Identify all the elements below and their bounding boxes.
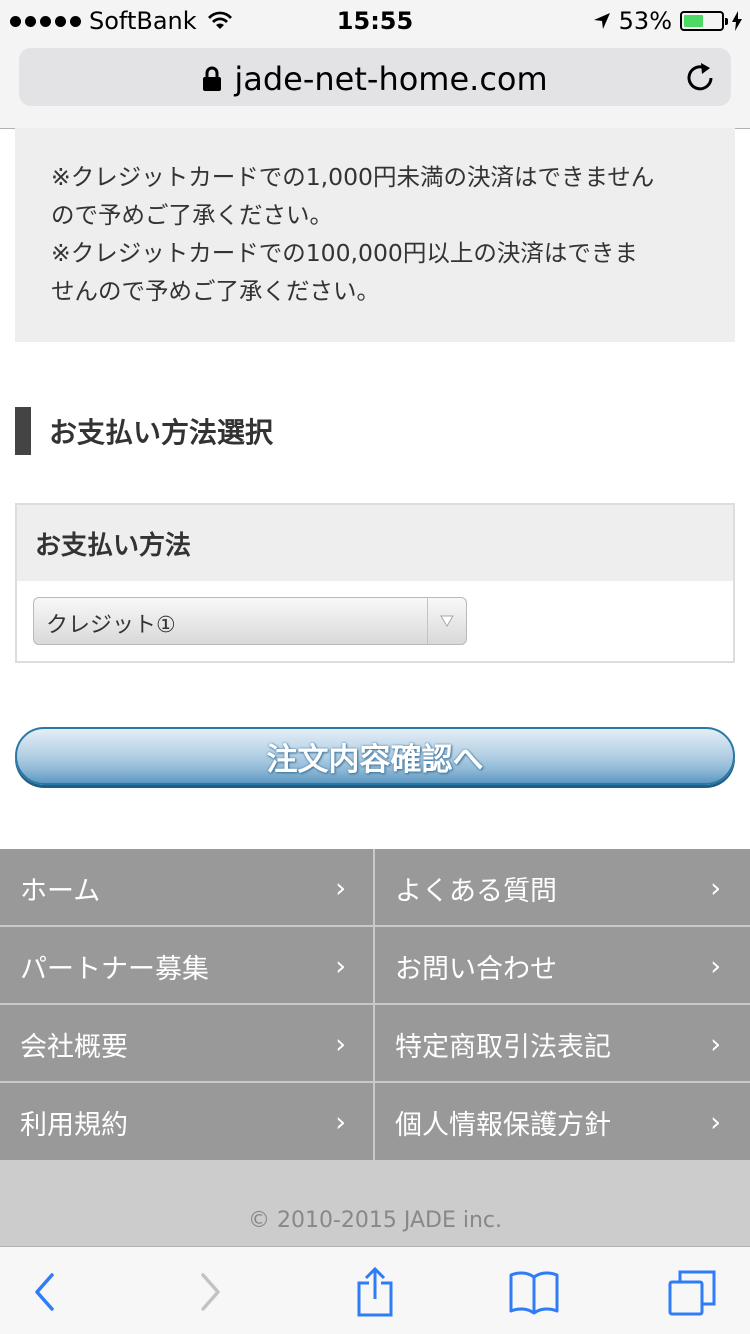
notice-line: ので予めご了承ください。	[51, 201, 333, 229]
bookmarks-icon[interactable]	[509, 1267, 559, 1317]
chevron-right-icon: ›	[710, 951, 721, 982]
signal-strength-icon	[10, 15, 81, 27]
nav-divider	[0, 1081, 750, 1083]
charging-icon	[732, 11, 742, 31]
status-right: 53%	[593, 7, 742, 35]
url-display[interactable]: jade-net-home.com	[19, 60, 731, 98]
chevron-right-icon: ›	[335, 1029, 346, 1060]
carrier-name: SoftBank	[89, 7, 197, 35]
heading-accent-bar	[15, 407, 31, 455]
share-icon[interactable]	[350, 1267, 400, 1317]
notice-line: ※クレジットカードでの100,000円以上の決済はできま	[51, 239, 638, 267]
nav-divider	[0, 1003, 750, 1005]
confirm-order-label: 注文内容確認へ	[266, 741, 484, 778]
nav-item-label: ホーム	[20, 876, 101, 907]
notice-line: ※クレジットカードでの1,000円未満の決済はできません	[51, 163, 655, 191]
status-bar: SoftBank 15:55 53%	[0, 0, 750, 40]
nav-item-label: パートナー募集	[20, 954, 209, 985]
location-icon	[593, 13, 610, 29]
section-title: お支払い方法選択	[49, 416, 274, 449]
confirm-order-button[interactable]: 注文内容確認へ	[15, 727, 735, 785]
dropdown-arrow-icon[interactable]	[427, 598, 466, 644]
url-text: jade-net-home.com	[234, 60, 548, 98]
nav-item-partner-recruitment[interactable]: パートナー募集 ›	[0, 927, 374, 1004]
chevron-right-icon: ›	[710, 1107, 721, 1138]
back-icon[interactable]	[19, 1267, 69, 1317]
nav-item-commercial-law[interactable]: 特定商取引法表記 ›	[375, 1005, 749, 1082]
nav-item-label: 利用規約	[20, 1110, 128, 1141]
footer-navigation: ホーム › よくある質問 › パートナー募集 › お問い合わせ › 会社概要 ›…	[0, 849, 750, 1160]
nav-item-terms[interactable]: 利用規約 ›	[0, 1083, 374, 1160]
nav-item-label: 特定商取引法表記	[395, 1032, 611, 1063]
chevron-right-icon: ›	[335, 873, 346, 904]
battery-icon	[680, 11, 728, 31]
nav-item-contact[interactable]: お問い合わせ ›	[375, 927, 749, 1004]
copyright-text: © 2010-2015 JADE inc.	[247, 1208, 503, 1233]
tabs-icon[interactable]	[667, 1267, 717, 1317]
nav-item-home[interactable]: ホーム ›	[0, 849, 374, 926]
notice-line: せんので予めご了承ください。	[51, 277, 380, 305]
payment-method-panel: お支払い方法 クレジット①	[15, 503, 735, 663]
wifi-icon	[207, 11, 232, 29]
chevron-right-icon: ›	[710, 1029, 721, 1060]
browser-toolbar	[0, 1246, 750, 1334]
status-left: SoftBank	[10, 7, 233, 35]
chevron-right-icon: ›	[335, 951, 346, 982]
nav-item-label: 会社概要	[20, 1032, 128, 1063]
browser-address-area: jade-net-home.com	[0, 40, 750, 129]
panel-header: お支払い方法	[17, 505, 733, 581]
lock-icon	[203, 66, 222, 91]
battery-fill	[684, 15, 704, 27]
forward-icon[interactable]	[186, 1267, 236, 1317]
reload-icon[interactable]	[683, 60, 717, 94]
nav-item-label: お問い合わせ	[395, 954, 557, 985]
address-bar[interactable]: jade-net-home.com	[19, 48, 731, 106]
nav-divider	[0, 925, 750, 927]
payment-method-select[interactable]: クレジット①	[33, 597, 467, 645]
chevron-right-icon: ›	[335, 1107, 346, 1138]
battery-percent: 53%	[618, 7, 672, 35]
nav-item-label: 個人情報保護方針	[395, 1110, 611, 1141]
nav-item-label: よくある質問	[395, 876, 557, 907]
site-footer: © 2010-2015 JADE inc.	[0, 1160, 750, 1246]
chevron-right-icon: ›	[710, 873, 721, 904]
nav-item-faq[interactable]: よくある質問 ›	[375, 849, 749, 926]
selected-payment-method: クレジット①	[46, 613, 176, 638]
payment-section-heading: お支払い方法選択	[15, 407, 273, 455]
nav-item-privacy-policy[interactable]: 個人情報保護方針 ›	[375, 1083, 749, 1160]
payment-method-label: お支払い方法	[35, 530, 192, 561]
payment-notice: ※クレジットカードでの1,000円未満の決済はできません ので予めご了承ください…	[15, 128, 735, 342]
nav-item-company[interactable]: 会社概要 ›	[0, 1005, 374, 1082]
